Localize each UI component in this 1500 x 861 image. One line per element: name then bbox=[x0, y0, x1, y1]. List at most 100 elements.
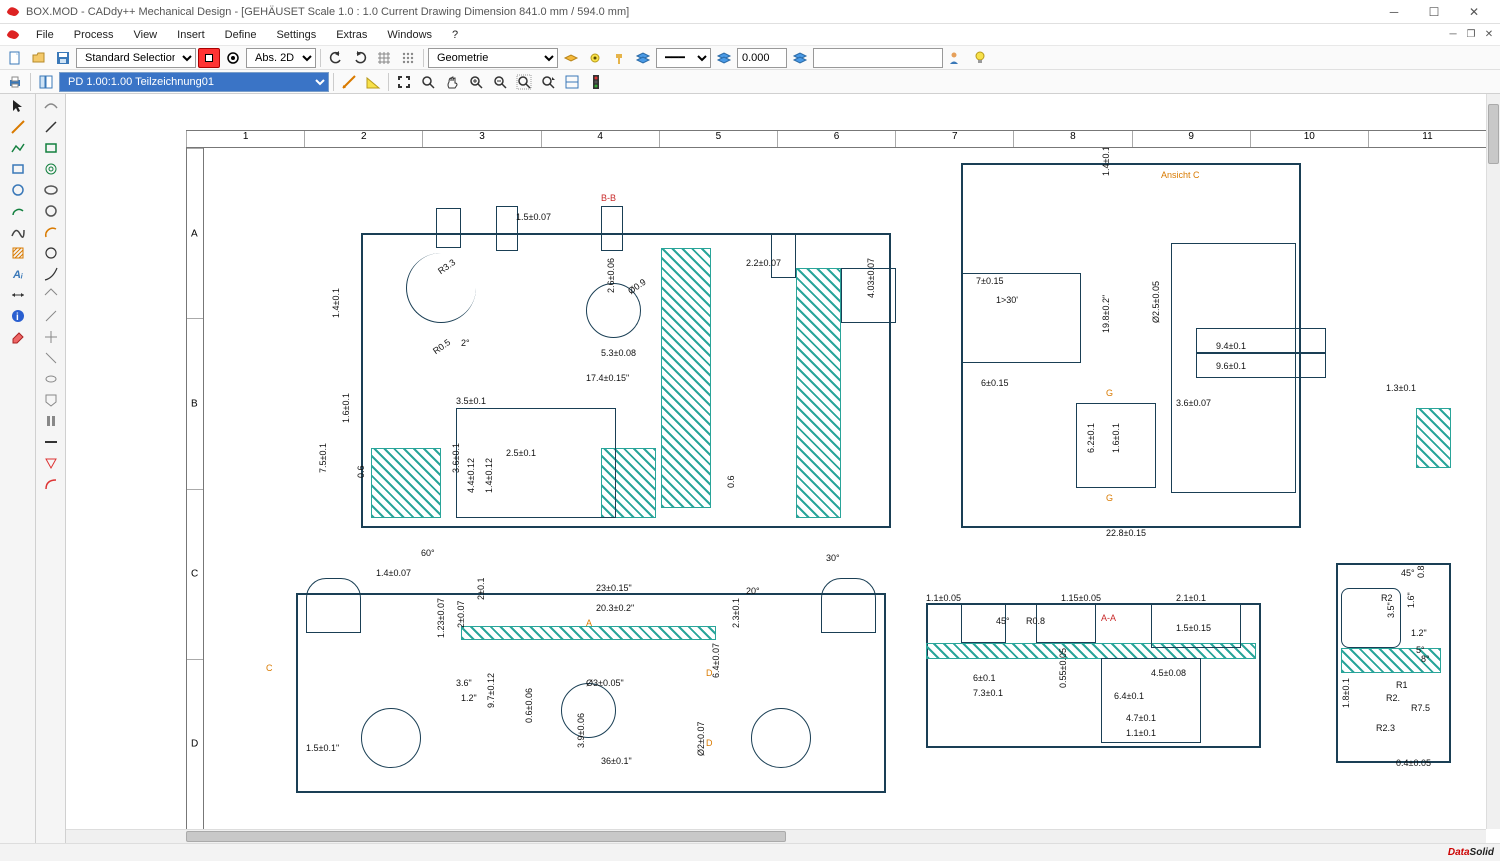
tool-15[interactable] bbox=[41, 390, 61, 410]
linetype-combo[interactable]: ━━━ bbox=[656, 48, 711, 68]
view-explorer-button[interactable] bbox=[35, 72, 57, 92]
open-file-button[interactable] bbox=[28, 48, 50, 68]
diag-line-tool[interactable] bbox=[41, 117, 61, 137]
mdi-minimize-button[interactable]: ─ bbox=[1445, 28, 1461, 42]
zoom-in-button[interactable] bbox=[465, 72, 487, 92]
mdi-restore-button[interactable]: ❐ bbox=[1463, 28, 1479, 42]
undo-button[interactable] bbox=[325, 48, 347, 68]
dim-bb-20: 60° bbox=[421, 548, 435, 558]
zoom-out-button[interactable] bbox=[489, 72, 511, 92]
dim-br-6: 6±0.1 bbox=[973, 673, 995, 683]
layer-lock-button[interactable] bbox=[608, 48, 630, 68]
dim-bb-10: 17.4±0.15" bbox=[586, 373, 629, 383]
ruler-top: 1234567891011 bbox=[186, 130, 1486, 148]
tool-19[interactable] bbox=[41, 474, 61, 494]
window-close-button[interactable]: ✕ bbox=[1454, 1, 1494, 23]
view-combo[interactable]: PD 1.00:1.00 Teilzeichnung01 bbox=[59, 72, 329, 92]
concentric-circle-tool[interactable] bbox=[41, 159, 61, 179]
dim-bb-12: 2.5±0.1 bbox=[506, 448, 536, 458]
dim-rt-2: 1>30' bbox=[996, 295, 1018, 305]
tool-12[interactable] bbox=[41, 327, 61, 347]
section-label-bb: B-B bbox=[601, 193, 616, 203]
snap-button[interactable] bbox=[397, 48, 419, 68]
tool-14[interactable] bbox=[41, 369, 61, 389]
traffic-light-button[interactable] bbox=[585, 72, 607, 92]
selection-window-button[interactable] bbox=[198, 48, 220, 68]
zoom-previous-button[interactable] bbox=[537, 72, 559, 92]
arc-tool[interactable] bbox=[8, 201, 28, 221]
rect-tool[interactable] bbox=[8, 159, 28, 179]
layer-visibility-button[interactable] bbox=[584, 48, 606, 68]
offset-field[interactable] bbox=[737, 48, 787, 68]
measure-button[interactable] bbox=[338, 72, 360, 92]
menu-define[interactable]: Define bbox=[215, 27, 267, 43]
menu-view[interactable]: View bbox=[123, 27, 167, 43]
save-file-button[interactable] bbox=[52, 48, 74, 68]
mdi-close-button[interactable]: ✕ bbox=[1481, 28, 1497, 42]
tool-10[interactable] bbox=[41, 285, 61, 305]
tool-17[interactable] bbox=[41, 432, 61, 452]
spline-tool[interactable] bbox=[8, 222, 28, 242]
line-tool[interactable] bbox=[8, 117, 28, 137]
spline-2-tool[interactable] bbox=[41, 96, 61, 116]
pointer-tool[interactable] bbox=[8, 96, 28, 116]
tool-16[interactable] bbox=[41, 411, 61, 431]
curve-tool[interactable] bbox=[41, 264, 61, 284]
zoom-window-button[interactable] bbox=[417, 72, 439, 92]
zoom-select-button[interactable] bbox=[393, 72, 415, 92]
ellipse-tool[interactable] bbox=[41, 180, 61, 200]
drawing-canvas[interactable]: 1234567891011 ABCD B-B Ansicht C bbox=[66, 94, 1500, 843]
circle-tool[interactable] bbox=[8, 180, 28, 200]
polyline-tool[interactable] bbox=[8, 138, 28, 158]
menu-file[interactable]: File bbox=[26, 27, 64, 43]
hatch-bl-top bbox=[461, 626, 716, 640]
blank-field[interactable] bbox=[813, 48, 943, 68]
menu-windows[interactable]: Windows bbox=[377, 27, 442, 43]
dim-bl-7: 2.3±0.1 bbox=[731, 598, 741, 628]
window-maximize-button[interactable]: ☐ bbox=[1414, 1, 1454, 23]
angle-button[interactable] bbox=[362, 72, 384, 92]
dimension-tool[interactable] bbox=[8, 285, 28, 305]
pan-button[interactable] bbox=[441, 72, 463, 92]
menu-insert[interactable]: Insert bbox=[167, 27, 215, 43]
circle-3-tool[interactable] bbox=[41, 243, 61, 263]
selection-mode-combo[interactable]: Standard Selection bbox=[76, 48, 196, 68]
layer-stack-2-button[interactable] bbox=[713, 48, 735, 68]
circle-2-tool[interactable] bbox=[41, 201, 61, 221]
grid-button[interactable] bbox=[373, 48, 395, 68]
layer-combo[interactable]: Geometrie bbox=[428, 48, 558, 68]
dim-bl-6: 20° bbox=[746, 586, 760, 596]
menu-settings[interactable]: Settings bbox=[266, 27, 326, 43]
eraser-tool[interactable] bbox=[8, 327, 28, 347]
tool-18[interactable] bbox=[41, 453, 61, 473]
user-settings-button[interactable] bbox=[945, 48, 967, 68]
layer-state-1-button[interactable] bbox=[560, 48, 582, 68]
window-minimize-button[interactable]: ─ bbox=[1374, 1, 1414, 23]
dim-bl-8: 6.4±0.07 bbox=[711, 643, 721, 678]
vertical-scrollbar[interactable] bbox=[1486, 94, 1500, 829]
info-tool[interactable]: i bbox=[8, 306, 28, 326]
zoom-extents-button[interactable] bbox=[513, 72, 535, 92]
regen-button[interactable] bbox=[561, 72, 583, 92]
rect-2-tool[interactable] bbox=[41, 138, 61, 158]
horizontal-scrollbar[interactable] bbox=[66, 829, 1486, 843]
menu-help[interactable]: ? bbox=[442, 27, 468, 43]
redo-button[interactable] bbox=[349, 48, 371, 68]
text-tool[interactable]: Aᵢ bbox=[8, 264, 28, 284]
menu-process[interactable]: Process bbox=[64, 27, 124, 43]
arc-2-tool[interactable] bbox=[41, 222, 61, 242]
new-file-button[interactable] bbox=[4, 48, 26, 68]
print-button[interactable] bbox=[4, 72, 26, 92]
tool-11[interactable] bbox=[41, 306, 61, 326]
idea-button[interactable] bbox=[969, 48, 991, 68]
coord-mode-combo[interactable]: Abs. 2D bbox=[246, 48, 316, 68]
layer-stack-button[interactable] bbox=[632, 48, 654, 68]
hatch-bb-2 bbox=[661, 248, 711, 508]
selection-circle-button[interactable] bbox=[222, 48, 244, 68]
dim-rt-8: 3.6±0.07 bbox=[1176, 398, 1211, 408]
menu-extras[interactable]: Extras bbox=[326, 27, 377, 43]
tool-13[interactable] bbox=[41, 348, 61, 368]
statusbar: DataSolid bbox=[0, 843, 1500, 861]
hatch-tool[interactable] bbox=[8, 243, 28, 263]
layer-stack-3-button[interactable] bbox=[789, 48, 811, 68]
